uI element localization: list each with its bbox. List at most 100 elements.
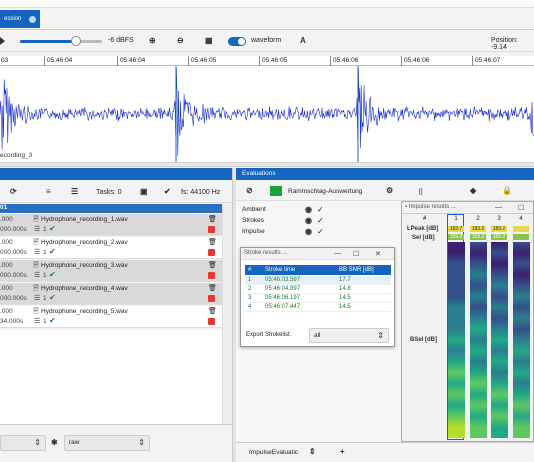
file-name[interactable]: Hydrophone_recording_1.wav xyxy=(41,216,128,223)
ruler-tick xyxy=(330,56,331,66)
done-check-icon: ✔ xyxy=(49,247,56,256)
check-icon[interactable]: ✓ xyxy=(317,216,324,225)
delete-icon[interactable]: 🗑 xyxy=(208,284,217,292)
tab-session[interactable]: ession xyxy=(0,10,40,28)
bsel-label: BSel [dB] xyxy=(410,337,437,343)
ruler-label: 05:46:07 xyxy=(475,57,501,64)
file-name[interactable]: Hydrophone_recording_2.wav xyxy=(41,239,128,246)
window-top-strip xyxy=(0,0,534,8)
sel-cell: 159.2 xyxy=(470,234,486,240)
maximize-icon[interactable]: ☐ xyxy=(353,250,359,258)
refresh-icon[interactable]: ⟳ xyxy=(10,187,17,196)
ruler-label: 05:46:06 xyxy=(333,57,359,64)
eye-icon[interactable]: ◉ xyxy=(305,227,312,236)
volume-slider-fill xyxy=(20,40,76,43)
impulse-column-header[interactable]: 1 xyxy=(448,216,464,222)
stroke-time: 05:46:04.897 xyxy=(265,286,301,292)
zoom-out-icon[interactable]: ⊖ xyxy=(177,36,184,45)
table-row[interactable]: 1 05:46:03.597 17.7 xyxy=(245,276,391,285)
file-list-empty xyxy=(0,330,222,424)
export-select-value: all xyxy=(314,332,321,339)
close-icon[interactable]: ✕ xyxy=(375,250,381,258)
row-index: 3 xyxy=(248,295,252,301)
waveform-toggle[interactable] xyxy=(228,37,246,46)
hidden-eye-icon[interactable]: ⊘ xyxy=(246,186,253,195)
column-header: Stroke time xyxy=(265,267,296,273)
add-evaluation-button[interactable]: + xyxy=(340,447,345,456)
grid-icon[interactable]: ▦ xyxy=(205,36,213,45)
sel-cell xyxy=(513,234,529,240)
delete-icon[interactable]: 🗑 xyxy=(208,307,217,315)
tab-close-icon[interactable] xyxy=(29,15,36,23)
lock-icon[interactable]: 🔒 xyxy=(502,186,512,195)
play-icon[interactable] xyxy=(0,37,5,45)
text-a-icon[interactable]: A xyxy=(300,36,306,45)
stroke-snr: 14.5 xyxy=(339,295,351,301)
tag-icon[interactable]: ◆ xyxy=(470,186,476,195)
check-icon[interactable]: ✓ xyxy=(317,205,324,214)
ruler-tick xyxy=(44,56,45,66)
file-group-header[interactable]: 01 xyxy=(0,204,222,213)
format-select[interactable]: raw ⇕ xyxy=(64,435,150,451)
chevron-updown-icon: ⇕ xyxy=(138,438,145,447)
table-row[interactable]: 2 05:46:04.897 14.8 xyxy=(245,285,391,294)
bsel-heatmap-column xyxy=(470,242,487,438)
delete-icon[interactable]: 🗑 xyxy=(208,261,217,269)
export-label: Export Strokelist: xyxy=(246,332,292,338)
file-name[interactable]: Hydrophone_recording_3.wav xyxy=(41,262,128,269)
error-icon[interactable] xyxy=(208,318,215,325)
file-count: 1 xyxy=(43,318,47,325)
waveform-view[interactable] xyxy=(0,66,534,162)
error-icon[interactable] xyxy=(208,295,215,302)
save-icon[interactable]: ▣ xyxy=(140,187,148,196)
sel-label: Sel [dB] xyxy=(412,235,435,241)
file-list-scrollbar[interactable] xyxy=(222,204,232,424)
done-check-icon: ✔ xyxy=(49,293,56,302)
maximize-icon[interactable]: ☐ xyxy=(518,204,524,212)
impulse-window-titlebar[interactable]: ▪ Impulse results ... — ☐ xyxy=(402,202,533,214)
volume-slider-handle[interactable] xyxy=(71,36,81,46)
channel-select[interactable]: ⇕ xyxy=(0,435,46,451)
impulse-column-header[interactable]: 4 xyxy=(513,216,529,222)
check-icon[interactable]: ✔ xyxy=(164,187,171,196)
bracket-icon[interactable]: [] xyxy=(419,188,423,195)
ruler-tick xyxy=(188,56,189,66)
files-panel-header xyxy=(0,168,232,180)
chevron-updown-icon[interactable]: ⇕ xyxy=(309,447,316,456)
list-icon: ☰ xyxy=(34,295,41,302)
file-duration-value: 000.000s xyxy=(0,272,27,279)
eye-icon[interactable]: ◉ xyxy=(305,216,312,225)
impulse-column-header[interactable]: 2 xyxy=(470,216,486,222)
zoom-in-icon[interactable]: ⊕ xyxy=(149,36,156,45)
chevron-updown-icon: ⇕ xyxy=(377,331,384,340)
minimize-icon[interactable]: — xyxy=(334,250,341,257)
file-start-value: .000 xyxy=(0,216,13,223)
table-row[interactable]: 3 05:46:06.197 14.5 xyxy=(245,294,391,303)
align-icon[interactable]: ≡ xyxy=(46,187,51,196)
file-duration-value: 34.000s xyxy=(0,318,24,325)
error-icon[interactable] xyxy=(208,226,215,233)
file-name[interactable]: Hydrophone_recording_4.wav xyxy=(41,285,128,292)
impulse-column-header[interactable]: 3 xyxy=(491,216,507,222)
horizontal-splitter[interactable] xyxy=(0,162,534,167)
eye-icon[interactable]: ◉ xyxy=(305,205,312,214)
stroke-results-window[interactable]: Stroke results ... — ☐ ✕ # Stroke time B… xyxy=(240,247,395,347)
method-color-swatch[interactable] xyxy=(270,186,282,196)
export-select[interactable]: all ⇕ xyxy=(309,328,389,343)
error-icon[interactable] xyxy=(208,249,215,256)
stroke-window-titlebar[interactable]: Stroke results ... — ☐ ✕ xyxy=(241,248,394,260)
error-icon[interactable] xyxy=(208,272,215,279)
delete-icon[interactable]: 🗑 xyxy=(208,238,217,246)
list-icon[interactable]: ☰ xyxy=(71,187,78,196)
minimize-icon[interactable]: — xyxy=(495,204,502,211)
settings-gear-icon[interactable]: ⚙ xyxy=(386,186,393,195)
settings-icon[interactable]: ✱ xyxy=(51,438,58,447)
evaluation-type-select[interactable]: ImpulseEvaluatic xyxy=(249,449,298,456)
file-name[interactable]: Hydrophone_recording_5.wav xyxy=(41,308,128,315)
delete-icon[interactable]: 🗑 xyxy=(208,215,217,223)
table-row[interactable]: 4 05:46:07.447 14.5 xyxy=(245,303,391,312)
lpeak-cell: 183.2 xyxy=(491,226,507,232)
check-icon[interactable]: ✓ xyxy=(317,227,324,236)
stroke-table-header: # Stroke time BB SNR [dB] xyxy=(245,265,391,275)
file-duration-value: 000.000s xyxy=(0,295,27,302)
